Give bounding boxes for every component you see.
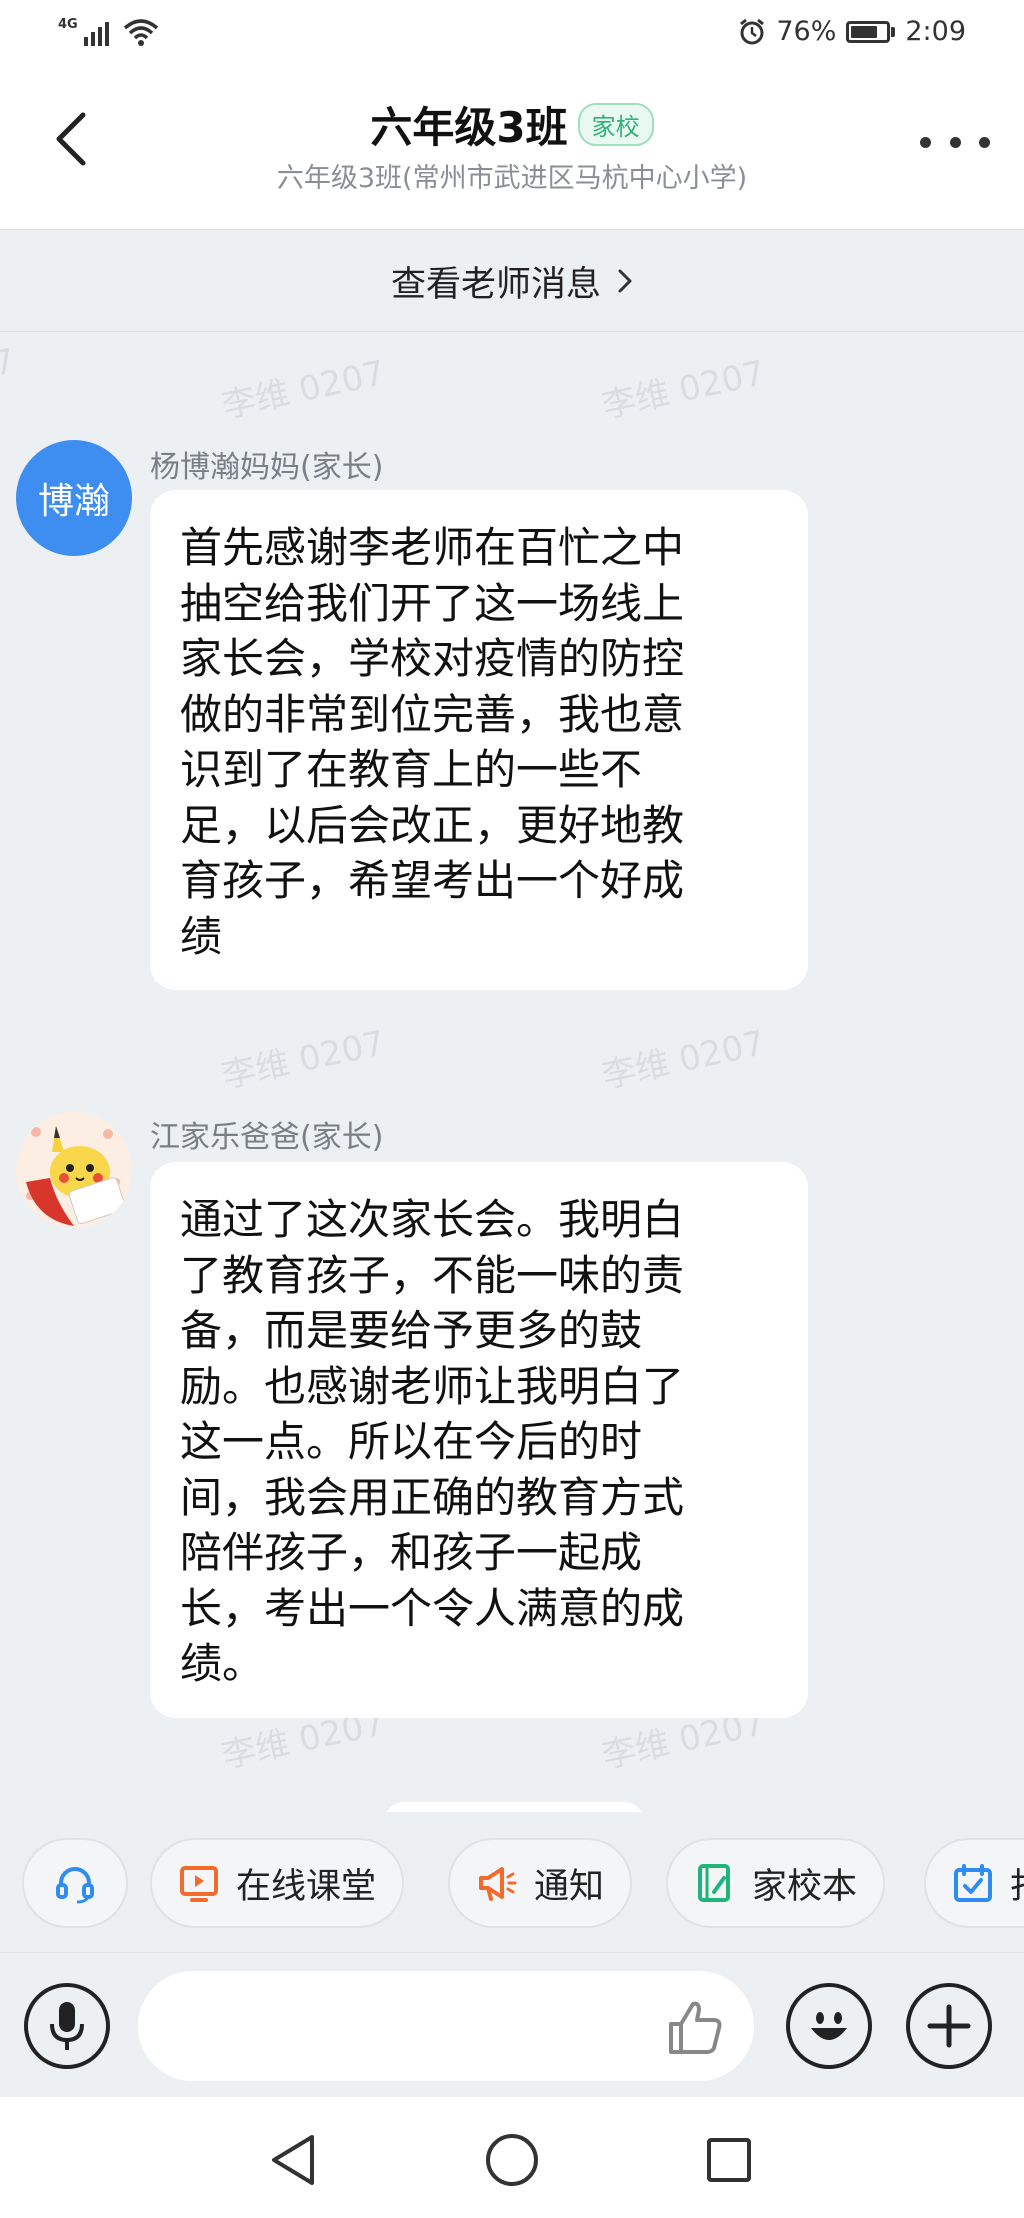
- chip-label: 打: [1010, 1858, 1024, 1909]
- alarm-icon: [740, 18, 765, 44]
- live-class-icon: [180, 1866, 218, 1902]
- wifi-icon: [123, 19, 158, 46]
- dot-icon: [920, 136, 931, 148]
- message-line: 了教育孩子，不能一味的责: [180, 1250, 685, 1300]
- system-back-button[interactable]: [258, 2125, 328, 2195]
- system-home-button[interactable]: [477, 2125, 547, 2195]
- avatar[interactable]: 博瀚: [16, 440, 132, 556]
- message-line: 抽空给我们开了这一场线上: [180, 578, 685, 628]
- message-line: 做的非常到位完善，我也意: [180, 689, 685, 739]
- triangle-back-icon: [272, 2135, 314, 2185]
- message-line: 首先感谢李老师在百忙之中: [180, 523, 685, 572]
- message-line: 识到了在教育上的一些不: [180, 745, 643, 794]
- headset-icon: [56, 1867, 94, 1904]
- title-row: 六年级3班 家校: [0, 94, 1024, 155]
- check-in-button[interactable]: 打: [924, 1838, 1024, 1928]
- chip-label: 通知: [534, 1866, 605, 1907]
- plus-icon: [927, 2004, 971, 2048]
- message-bubble[interactable]: 首先感谢李老师在百忙之中 抽空给我们开了这一场线上 家长会，学校对疫情的防控 做…: [150, 490, 808, 990]
- notice-button[interactable]: 通知: [448, 1838, 633, 1928]
- notebook-icon: [698, 1864, 730, 1902]
- signal-icon: [83, 18, 109, 46]
- message-line: 陪伴孩子，和孩子一起成: [180, 1528, 643, 1577]
- circle-home-icon: [486, 2134, 538, 2186]
- square-recents-icon: [707, 2138, 751, 2182]
- page-title: 六年级3班: [370, 103, 568, 152]
- clock: 2:09: [905, 16, 966, 47]
- page-subtitle: 六年级3班(常州市武进区马杭中心小学): [276, 163, 748, 194]
- chip-label: 在线课堂: [236, 1866, 377, 1907]
- message-line: 长，考出一个令人满意的成: [180, 1583, 685, 1633]
- emoji-button[interactable]: [786, 1983, 872, 2069]
- smiley-icon: [811, 2012, 847, 2040]
- message-line: 间，我会用正确的教育方式: [180, 1472, 685, 1522]
- home-school-book-button[interactable]: 家校本: [666, 1838, 886, 1928]
- message-bubble[interactable]: 通过了这次家长会。我明白 了教育孩子，不能一味的责 备，而是要给予更多的鼓 励。…: [150, 1162, 808, 1718]
- nav-bar: 六年级3班 家校 六年级3班(常州市武进区马杭中心小学): [0, 70, 1024, 230]
- sender-name: 江家乐爸爸(家长): [150, 1120, 384, 1155]
- dot-icon: [949, 136, 961, 148]
- message-line: 通过了这次家长会。我明白: [180, 1195, 685, 1244]
- microphone-icon: [50, 2002, 84, 2050]
- like-button[interactable]: [660, 1993, 730, 2063]
- avatar[interactable]: [16, 1112, 132, 1228]
- message-line: 励。也感谢老师让我明白了: [180, 1361, 685, 1411]
- battery-icon: [846, 20, 896, 43]
- partial-message-bubble[interactable]: [384, 1802, 644, 1812]
- calendar-check-icon: [954, 1864, 992, 1902]
- group-type-badge: 家校: [577, 103, 654, 146]
- avatar-label: 博瀚: [37, 481, 110, 522]
- view-teacher-messages-link[interactable]: 查看老师消息: [0, 231, 1024, 332]
- online-class-button[interactable]: 在线课堂: [150, 1838, 405, 1928]
- more-button[interactable]: [920, 122, 990, 162]
- message-line: 足，以后会改正，更好地教: [180, 800, 685, 850]
- network-type: 4G: [58, 17, 78, 32]
- status-right: 76% 2:09: [738, 16, 966, 47]
- chip-label: 家校本: [752, 1866, 858, 1907]
- chat-messages[interactable]: 博瀚 杨博瀚妈妈(家长) 首先感谢李老师在百忙之中 抽空给我们开了这一场线上 家…: [0, 332, 1024, 1812]
- system-recents-button[interactable]: [694, 2125, 764, 2195]
- input-bar: [0, 1952, 1024, 2097]
- status-bar: 4G 76% 2:09: [0, 0, 1024, 70]
- status-left: 4G: [58, 17, 159, 46]
- message-line: 绩。: [180, 1639, 265, 1688]
- add-button[interactable]: [906, 1983, 992, 2069]
- sender-name: 杨博瀚妈妈(家长): [150, 450, 384, 485]
- message-line: 育孩子，希望考出一个好成: [180, 856, 685, 905]
- dot-icon: [979, 136, 990, 148]
- system-nav-bar: [0, 2097, 1024, 2218]
- megaphone-icon: [479, 1867, 517, 1901]
- quick-actions-bar[interactable]: 在线课堂 通知 家校本 打: [0, 1812, 1024, 1952]
- thumbs-up-icon: [669, 2001, 722, 2054]
- message-line: 家长会，学校对疫情的防控: [180, 634, 685, 683]
- message-line: 这一点。所以在今后的时: [180, 1417, 643, 1466]
- message-line: 绩: [180, 911, 223, 961]
- voice-button[interactable]: [24, 1983, 110, 2069]
- cartoon-avatar-icon: [16, 1112, 132, 1228]
- customer-service-button[interactable]: [22, 1838, 128, 1928]
- teacher-link-label: 查看老师消息: [390, 264, 601, 305]
- chevron-right-icon: [618, 269, 632, 293]
- message-line: 备，而是要给予更多的鼓: [180, 1306, 643, 1355]
- battery-percent: 76%: [776, 16, 837, 47]
